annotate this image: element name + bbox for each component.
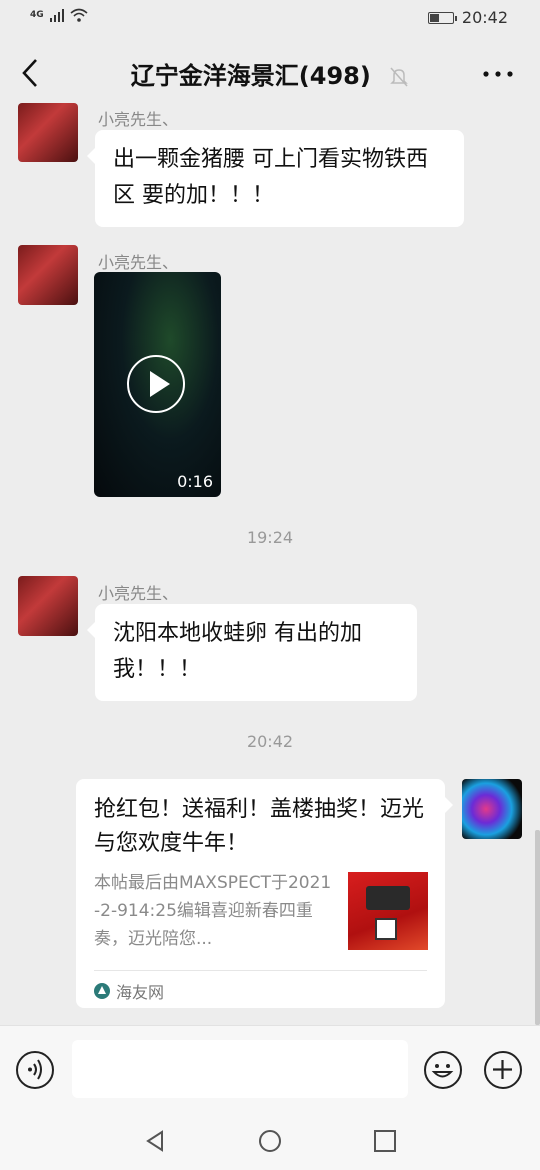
nav-home-icon[interactable] — [258, 1129, 282, 1153]
link-card-thumbnail — [348, 872, 428, 950]
voice-icon — [28, 1059, 42, 1080]
sender-name: 小亮先生、 — [98, 110, 179, 129]
emoji-icon — [431, 1064, 454, 1078]
voice-input-button[interactable] — [16, 1051, 54, 1089]
more-functions-button[interactable] — [484, 1051, 522, 1089]
sender-avatar[interactable] — [18, 576, 78, 636]
mute-bell-icon — [390, 67, 409, 87]
link-card-description: 本帖最后由MAXSPECT于2021-2-914:25编辑喜迎新春四重奏，迈光陪… — [94, 873, 332, 949]
sender-name: 小亮先生、 — [98, 584, 179, 603]
plus-icon — [493, 1060, 512, 1079]
wifi-icon — [70, 8, 88, 22]
message-text: 沈阳本地收蛙卵 有出的加我！！！ — [113, 621, 362, 682]
message-bubble[interactable]: 出一颗金猪腰 可上门看实物铁西区 要的加！！！ — [87, 130, 464, 227]
link-card-source: 海友网 — [94, 979, 164, 1003]
sender-avatar[interactable] — [18, 103, 78, 162]
link-card-source-name: 海友网 — [116, 983, 165, 1002]
status-time: 20:42 — [461, 8, 508, 27]
status-bar: 4G 20:42 — [0, 0, 540, 38]
message-text: 出一颗金猪腰 可上门看实物铁西区 要的加！！！ — [113, 147, 428, 208]
nav-recents-icon[interactable] — [373, 1129, 397, 1153]
timestamp: 20:42 — [246, 732, 294, 751]
system-nav-bar — [0, 1113, 540, 1170]
video-message[interactable]: 0:16 — [94, 272, 221, 497]
emoji-button[interactable] — [424, 1051, 462, 1089]
signal-icon — [49, 8, 64, 22]
sender-name: 小亮先生、 — [98, 253, 179, 272]
my-avatar[interactable] — [462, 779, 522, 839]
source-logo-icon — [94, 983, 110, 999]
video-duration: 0:16 — [177, 472, 213, 491]
more-options-icon[interactable] — [482, 64, 514, 84]
message-input[interactable] — [72, 1040, 408, 1098]
sender-avatar[interactable] — [18, 245, 78, 305]
timestamp: 19:24 — [246, 528, 294, 547]
message-bubble[interactable]: 沈阳本地收蛙卵 有出的加我！！！ — [87, 604, 417, 701]
link-card[interactable]: 抢红包！送福利！盖楼抽奖！迈光与您欢度牛年！ 本帖最后由MAXSPECT于202… — [76, 779, 453, 1008]
link-card-title: 抢红包！送福利！盖楼抽奖！迈光与您欢度牛年！ — [94, 797, 425, 856]
nav-back-icon[interactable] — [143, 1129, 167, 1153]
network-label: 4G — [30, 10, 44, 20]
scrollbar[interactable] — [535, 830, 540, 1025]
input-bar — [0, 1025, 540, 1114]
chat-header: 辽宁金洋海景汇(498) — [0, 38, 540, 110]
battery-icon — [427, 11, 457, 24]
divider — [94, 970, 427, 971]
chat-title-text: 辽宁金洋海景汇(498) — [130, 62, 371, 90]
play-icon[interactable] — [127, 355, 185, 413]
chat-title: 辽宁金洋海景汇(498) — [0, 56, 540, 91]
